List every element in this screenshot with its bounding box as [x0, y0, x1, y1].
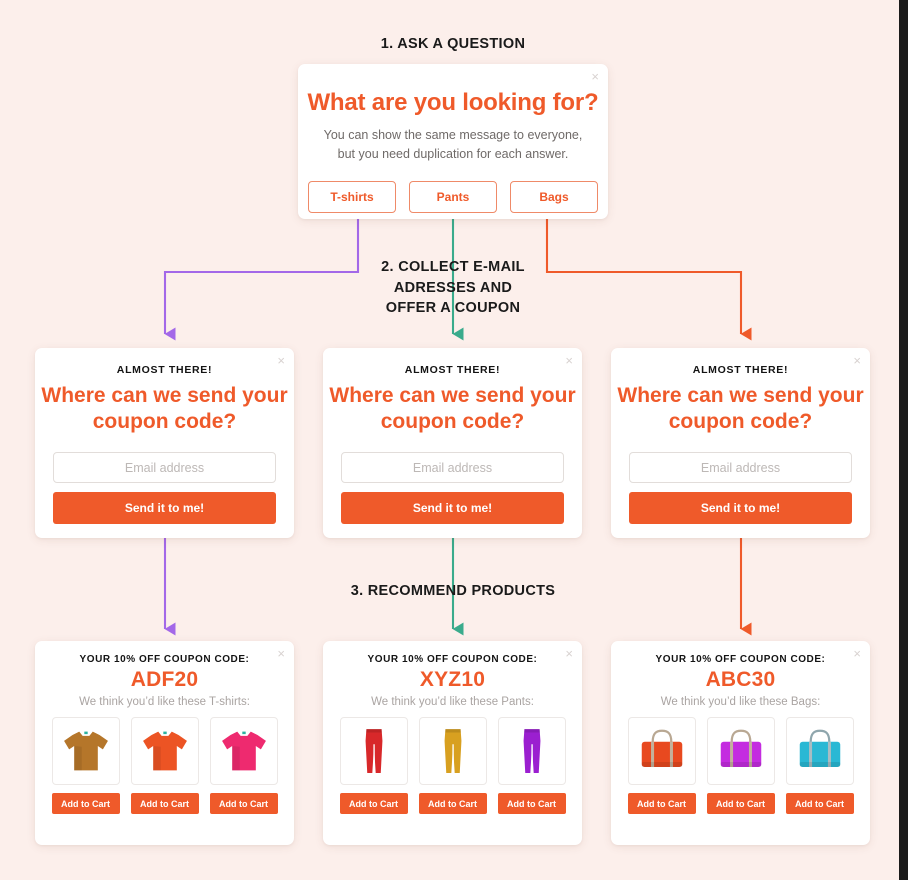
- ask-question-card: × What are you looking for? You can show…: [298, 64, 608, 219]
- add-to-cart-button[interactable]: Add to Cart: [209, 793, 278, 814]
- close-icon[interactable]: ×: [277, 354, 285, 367]
- handbag-icon: [720, 729, 761, 768]
- coupon-code: ABC30: [705, 668, 776, 691]
- add-to-cart-button[interactable]: Add to Cart: [785, 793, 854, 814]
- product-cell: Add to Cart: [497, 717, 566, 814]
- pants-icon: [365, 729, 382, 773]
- right-edge-strip: [899, 0, 908, 880]
- recommend-subtitle: We think you’d like these T-shirts:: [79, 696, 250, 708]
- product-thumbnail[interactable]: [51, 717, 120, 785]
- recommend-subtitle: We think you’d like these Bags:: [660, 696, 821, 708]
- add-to-cart-button[interactable]: Add to Cart: [706, 793, 775, 814]
- add-to-cart-button[interactable]: Add to Cart: [418, 793, 487, 814]
- add-to-cart-button[interactable]: Add to Cart: [130, 793, 199, 814]
- coupon-code: ADF20: [130, 668, 199, 691]
- handbag-icon: [641, 729, 682, 768]
- recommend-products-card: × YOUR 10% OFF COUPON CODE: ADF20 We thi…: [35, 641, 294, 845]
- option-button-pants[interactable]: Pants: [409, 180, 497, 213]
- coupon-code: XYZ10: [419, 668, 486, 691]
- email-capture-card: × ALMOST THERE! Where can we send your c…: [611, 348, 870, 538]
- product-thumbnail[interactable]: [418, 717, 487, 785]
- product-cell: Add to Cart: [627, 717, 696, 814]
- close-icon[interactable]: ×: [853, 647, 861, 660]
- product-thumbnail[interactable]: [339, 717, 408, 785]
- product-grid: Add to Cart Add to Cart Add to Cart: [611, 717, 870, 814]
- send-coupon-button[interactable]: Send it to me!: [53, 492, 276, 525]
- step-2-label-line1: 2. COLLECT E-MAIL: [381, 259, 525, 275]
- step-2-label: 2. COLLECT E-MAIL ADRESSES AND OFFER A C…: [353, 257, 553, 319]
- product-cell: Add to Cart: [418, 717, 487, 814]
- product-grid: Add to Cart Add to Cart Add to Cart: [323, 717, 582, 814]
- recommend-products-card: × YOUR 10% OFF COUPON CODE: XYZ10 We thi…: [323, 641, 582, 845]
- question-title: What are you looking for?: [307, 89, 599, 116]
- email-card-title: Where can we send your coupon code?: [617, 384, 864, 434]
- email-card-kicker: ALMOST THERE!: [116, 364, 213, 376]
- email-input[interactable]: [629, 452, 852, 484]
- product-cell: Add to Cart: [339, 717, 408, 814]
- step-1-label: 1. ASK A QUESTION: [380, 36, 526, 52]
- send-coupon-button[interactable]: Send it to me!: [341, 492, 564, 525]
- product-cell: Add to Cart: [209, 717, 278, 814]
- coupon-kicker: YOUR 10% OFF COUPON CODE:: [655, 654, 826, 665]
- email-input[interactable]: [341, 452, 564, 484]
- product-thumbnail[interactable]: [785, 717, 854, 785]
- close-icon[interactable]: ×: [277, 647, 285, 660]
- email-capture-card: × ALMOST THERE! Where can we send your c…: [35, 348, 294, 538]
- email-card-kicker: ALMOST THERE!: [404, 364, 501, 376]
- coupon-kicker: YOUR 10% OFF COUPON CODE:: [79, 654, 250, 665]
- pants-icon: [523, 729, 540, 773]
- close-icon[interactable]: ×: [591, 70, 599, 83]
- email-card-kicker: ALMOST THERE!: [692, 364, 789, 376]
- recommend-products-card: × YOUR 10% OFF COUPON CODE: ABC30 We thi…: [611, 641, 870, 845]
- close-icon[interactable]: ×: [565, 647, 573, 660]
- tshirt-icon: [63, 731, 108, 771]
- question-options: T-shirts Pants Bags: [298, 180, 608, 213]
- handbag-icon: [799, 729, 840, 768]
- email-card-title: Where can we send your coupon code?: [329, 384, 576, 434]
- pants-icon: [444, 729, 461, 773]
- tshirt-icon: [142, 731, 187, 771]
- add-to-cart-button[interactable]: Add to Cart: [627, 793, 696, 814]
- recommend-subtitle: We think you’d like these Pants:: [371, 696, 534, 708]
- close-icon[interactable]: ×: [565, 354, 573, 367]
- step-3-label: 3. RECOMMEND PRODUCTS: [350, 583, 556, 599]
- email-card-title: Where can we send your coupon code?: [41, 384, 288, 434]
- product-thumbnail[interactable]: [209, 717, 278, 785]
- product-cell: Add to Cart: [785, 717, 854, 814]
- product-cell: Add to Cart: [51, 717, 120, 814]
- product-cell: Add to Cart: [130, 717, 199, 814]
- add-to-cart-button[interactable]: Add to Cart: [339, 793, 408, 814]
- product-thumbnail[interactable]: [706, 717, 775, 785]
- add-to-cart-button[interactable]: Add to Cart: [497, 793, 566, 814]
- step-2-label-line2: ADRESSES AND: [393, 279, 513, 296]
- option-button-bags[interactable]: Bags: [510, 180, 598, 213]
- email-capture-card: × ALMOST THERE! Where can we send your c…: [323, 348, 582, 538]
- flowchart-page: 1. ASK A QUESTION 2. COLLECT E-MAIL ADRE…: [0, 0, 908, 880]
- email-input[interactable]: [53, 452, 276, 484]
- product-cell: Add to Cart: [706, 717, 775, 814]
- product-thumbnail[interactable]: [627, 717, 696, 785]
- question-subtitle: You can show the same message to everyon…: [323, 128, 583, 162]
- product-thumbnail[interactable]: [497, 717, 566, 785]
- send-coupon-button[interactable]: Send it to me!: [629, 492, 852, 525]
- tshirt-icon: [221, 731, 266, 771]
- add-to-cart-button[interactable]: Add to Cart: [51, 793, 120, 814]
- step-2-label-line3: OFFER A COUPON: [385, 300, 521, 317]
- coupon-kicker: YOUR 10% OFF COUPON CODE:: [367, 654, 538, 665]
- close-icon[interactable]: ×: [853, 354, 861, 367]
- product-thumbnail[interactable]: [130, 717, 199, 785]
- product-grid: Add to Cart Add to Cart Add to Cart: [35, 717, 294, 814]
- option-button-tshirts[interactable]: T-shirts: [308, 180, 396, 213]
